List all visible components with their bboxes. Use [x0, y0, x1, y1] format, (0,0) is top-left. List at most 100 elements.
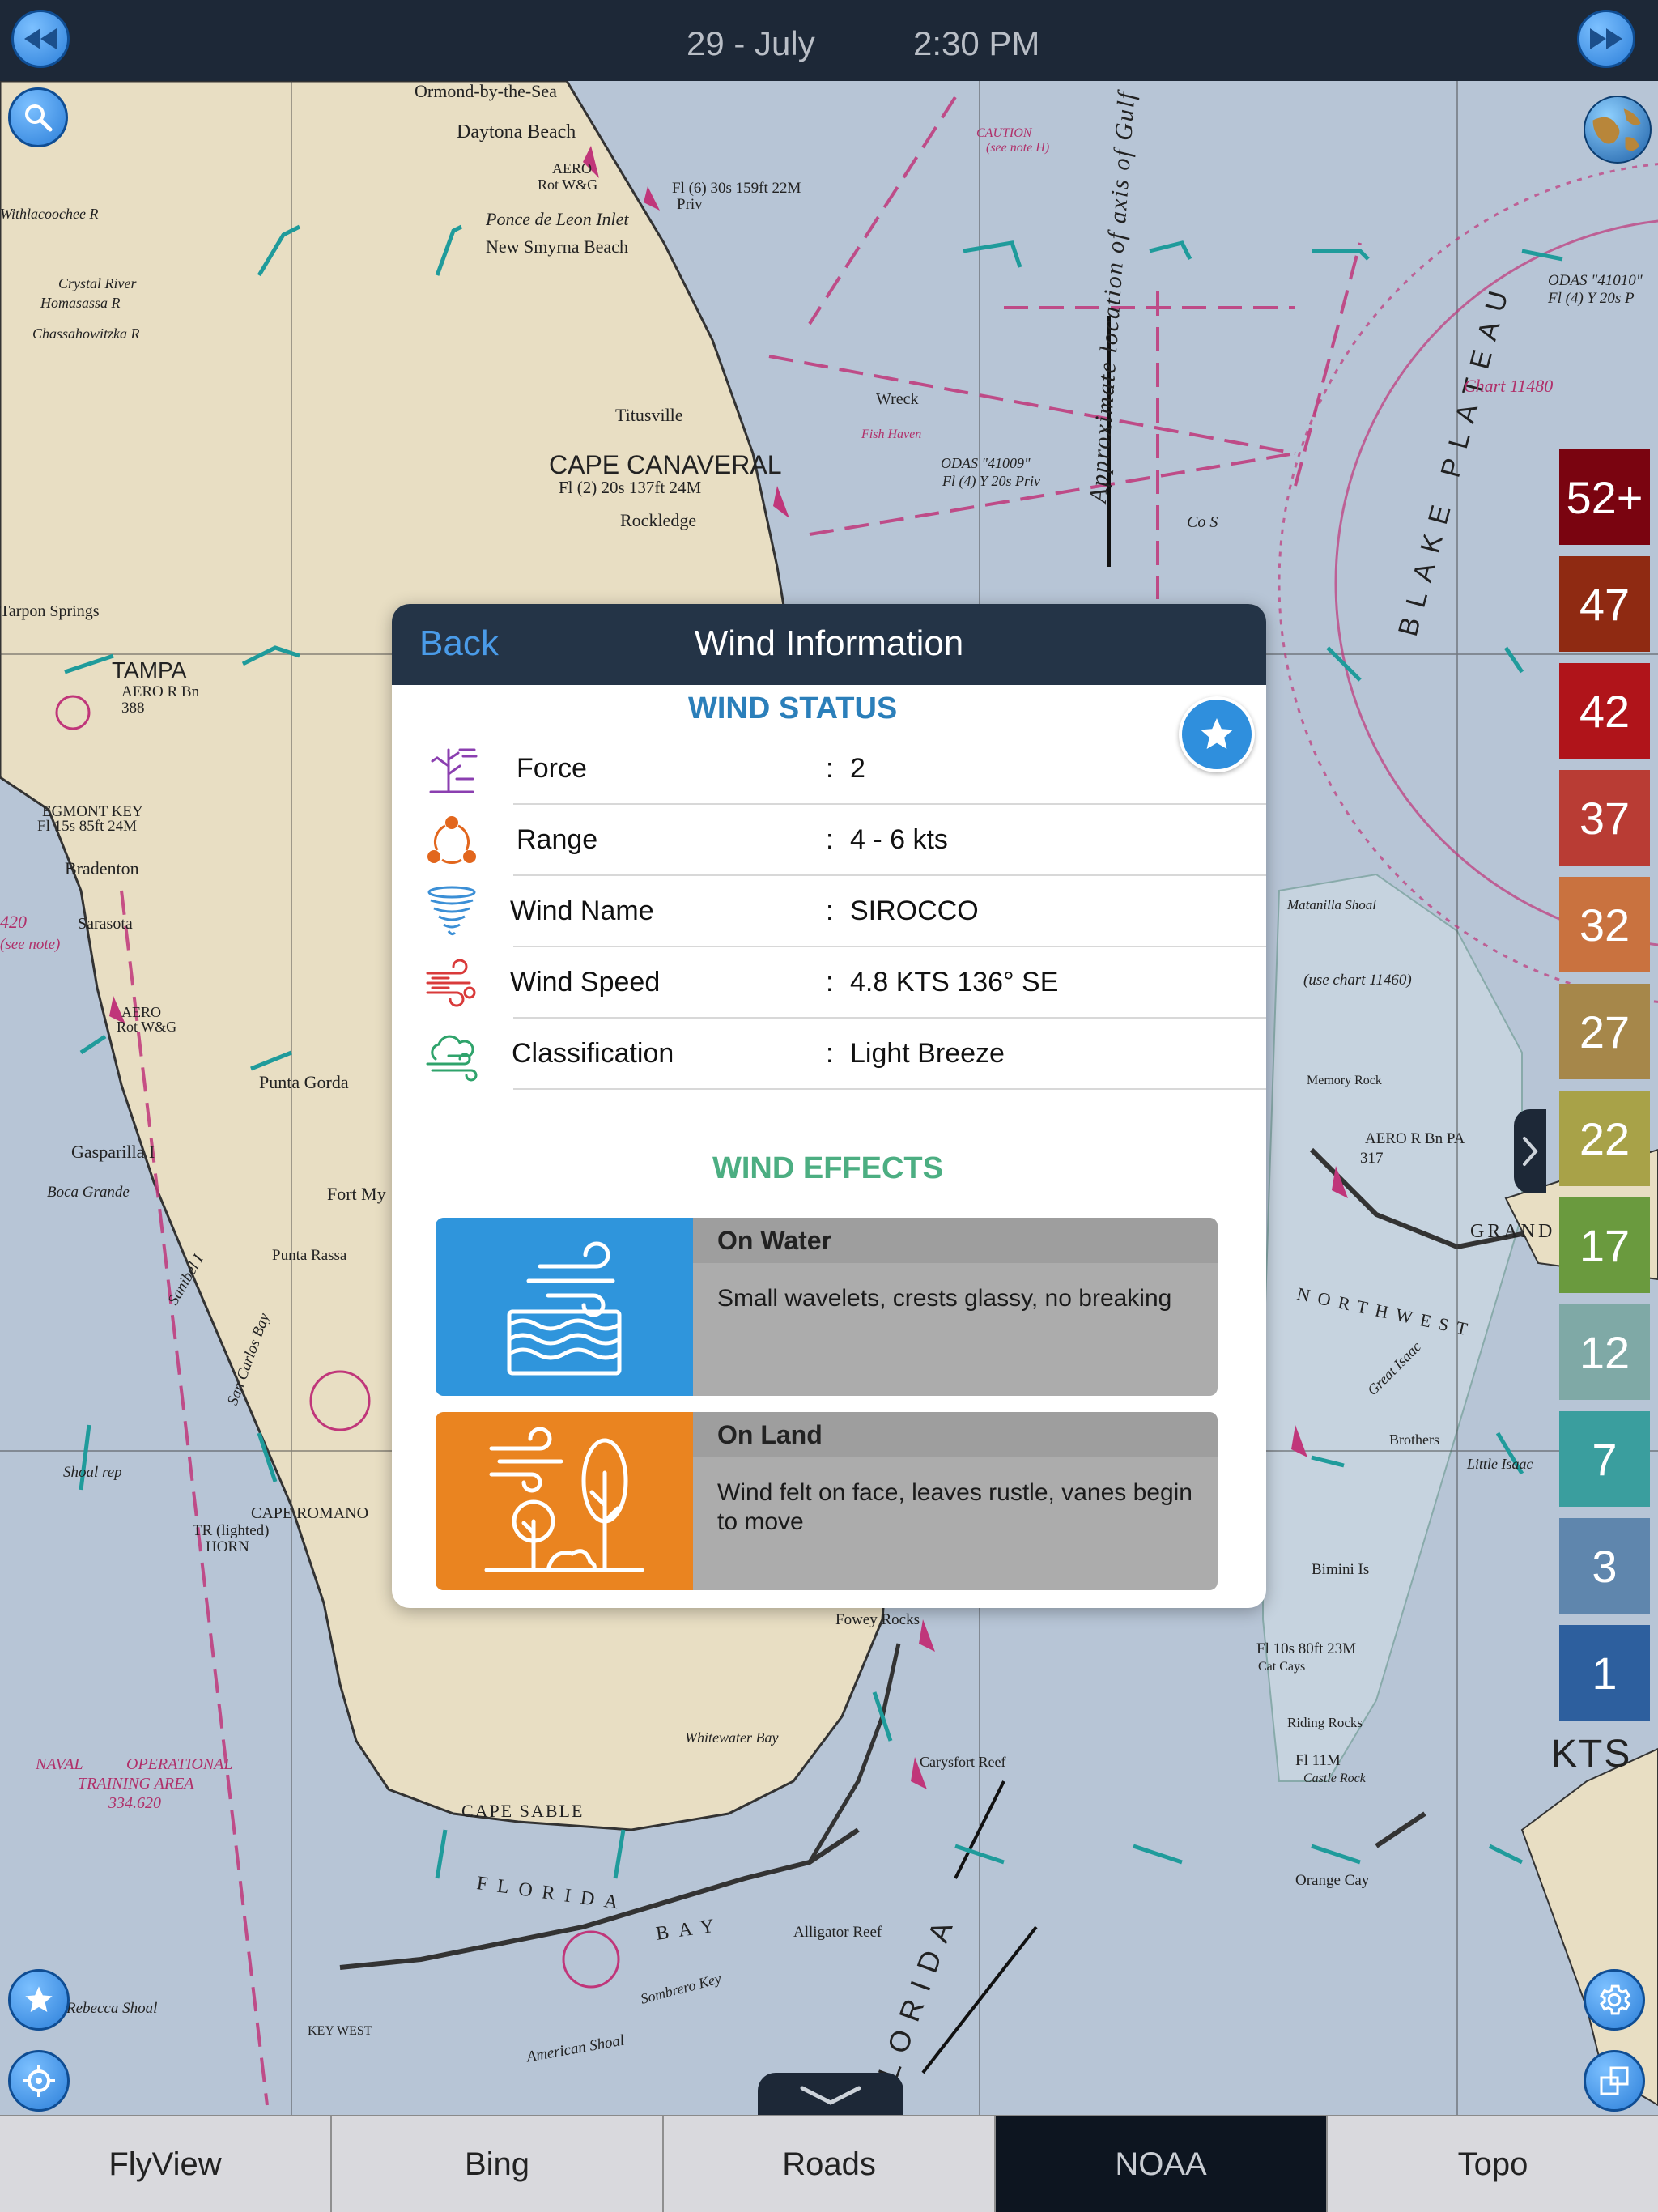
search-button[interactable] — [8, 87, 68, 147]
map-label: ODAS "41010" — [1548, 272, 1643, 289]
map-label: Ponce de Leon Inlet — [486, 209, 629, 229]
map-label: Fl 11M — [1295, 1752, 1341, 1769]
map-label: GRAND — [1470, 1221, 1556, 1242]
status-value: Light Breeze — [850, 1038, 1005, 1069]
status-colon: : — [826, 824, 834, 855]
legend-cell: 22 — [1559, 1091, 1650, 1186]
map-label: 317 — [1360, 1150, 1384, 1167]
map-label: Fl (4) Y 20s Priv — [942, 473, 1040, 489]
effect-title: On Land — [717, 1420, 823, 1449]
effect-card-land: On Land Wind felt on face, leaves rustle… — [436, 1412, 1218, 1590]
map-label: Fish Haven — [861, 428, 922, 441]
locate-button[interactable] — [8, 2050, 70, 2112]
drawer-handle[interactable] — [758, 2073, 903, 2118]
legend-cell: 37 — [1559, 770, 1650, 866]
rewind-icon — [24, 28, 57, 49]
map-label: Matanilla Shoal — [1287, 897, 1377, 912]
map-label: Brothers — [1389, 1431, 1439, 1448]
map-label: Fort My — [327, 1184, 386, 1204]
map-label: Priv — [677, 196, 703, 213]
map-label: Wreck — [876, 390, 919, 408]
status-row-force: Force : 2 — [392, 734, 1266, 805]
legend-cell: 12 — [1559, 1304, 1650, 1400]
legend-cell: 32 — [1559, 877, 1650, 972]
effect-title: On Water — [717, 1226, 832, 1255]
effect-description: Wind felt on face, leaves rustle, vanes … — [717, 1479, 1192, 1535]
map-label: Orange Cay — [1295, 1872, 1370, 1889]
tab-bing[interactable]: Bing — [332, 2116, 664, 2212]
legend-cell: 17 — [1559, 1197, 1650, 1293]
search-icon — [25, 104, 53, 132]
top-bar: 29 - July 2:30 PM — [0, 0, 1658, 81]
tab-noaa[interactable]: NOAA — [996, 2116, 1328, 2212]
chevron-down-icon — [800, 2086, 861, 2105]
map-type-tab-bar: FlyView Bing Roads NOAA Topo — [0, 2115, 1658, 2212]
map-label: TAMPA — [112, 657, 187, 683]
settings-button[interactable] — [1584, 1969, 1645, 2031]
layers-icon — [1600, 2066, 1629, 2095]
layers-button[interactable] — [1584, 2050, 1645, 2112]
favorites-button[interactable] — [8, 1969, 70, 2031]
side-panel-handle[interactable] — [1514, 1109, 1546, 1193]
map-label: Castle Rock — [1303, 1772, 1366, 1785]
effect-image-water — [436, 1218, 693, 1396]
legend-cell: 7 — [1559, 1411, 1650, 1507]
rewind-button[interactable] — [11, 10, 70, 68]
legend-unit: KTS — [1551, 1733, 1632, 1776]
status-colon: : — [826, 967, 834, 998]
map-label: (see note) — [0, 936, 61, 953]
map-label: Bimini Is — [1312, 1561, 1370, 1578]
map-label: Fowey Rocks — [835, 1611, 920, 1628]
fast-forward-button[interactable] — [1577, 10, 1635, 68]
effect-card-water: On Water Small wavelets, crests glassy, … — [436, 1218, 1218, 1396]
map-label: Bradenton — [65, 858, 139, 878]
tab-topo[interactable]: Topo — [1328, 2116, 1658, 2212]
dialog-title: Wind Information — [694, 623, 964, 663]
map-label: New Smyrna Beach — [486, 236, 628, 257]
legend-cell: 27 — [1559, 984, 1650, 1079]
map-label: Punta Gorda — [259, 1072, 349, 1092]
time-label: 2:30 PM — [913, 24, 1040, 62]
status-colon: : — [826, 753, 834, 784]
map-label: 388 — [121, 700, 145, 717]
map-label: Rockledge — [620, 510, 697, 530]
map-label: CAPE SABLE — [461, 1801, 585, 1821]
map-label: TR (lighted) — [193, 1522, 270, 1539]
map-label: Punta Rassa — [272, 1247, 347, 1264]
tab-flyview[interactable]: FlyView — [0, 2116, 332, 2212]
map-label: Chassahowitzka R — [32, 325, 140, 342]
map-label: CAUTION — [976, 126, 1032, 140]
fast-forward-icon — [1590, 28, 1622, 49]
map-label: Carysfort Reef — [920, 1754, 1006, 1770]
map-label: Co S — [1187, 513, 1218, 531]
map-label: Little Isaac — [1467, 1456, 1533, 1472]
status-colon: : — [826, 895, 834, 926]
status-colon: : — [826, 1038, 834, 1069]
status-value: SIROCCO — [850, 895, 979, 926]
tornado-icon — [427, 886, 476, 936]
legend-cell: 1 — [1559, 1625, 1650, 1721]
globe-icon — [1592, 108, 1641, 151]
map-label: NAVAL — [36, 1755, 83, 1773]
map-label: Boca Grande — [47, 1184, 130, 1201]
legend-cell: 3 — [1559, 1518, 1650, 1614]
map-label: Crystal River — [58, 275, 137, 291]
status-label: Force — [517, 753, 587, 784]
status-label: Range — [517, 824, 598, 855]
wind-speed-legend: 52+ 47 42 37 32 27 22 17 12 7 3 1 KTS — [1551, 449, 1650, 1776]
map-label: OPERATIONAL — [126, 1755, 233, 1773]
effect-image-land — [436, 1412, 693, 1590]
status-value: 4 - 6 kts — [850, 824, 948, 855]
map-label: Gasparilla I — [71, 1142, 155, 1162]
gear-icon — [1600, 1984, 1631, 2015]
map-label: Fl (2) 20s 137ft 24M — [559, 478, 702, 497]
dialog-header: Back Wind Information — [392, 604, 1266, 685]
status-row-classification: Classification : Light Breeze — [392, 1019, 1266, 1090]
map-label: Fl 15s 85ft 24M — [37, 818, 137, 835]
map-label: KEY WEST — [308, 2024, 372, 2038]
map-label: 420 — [0, 912, 27, 932]
map-label: Shoal rep — [63, 1464, 122, 1481]
globe-button[interactable] — [1584, 96, 1652, 164]
tab-roads[interactable]: Roads — [664, 2116, 996, 2212]
map-label: HORN — [206, 1538, 249, 1555]
